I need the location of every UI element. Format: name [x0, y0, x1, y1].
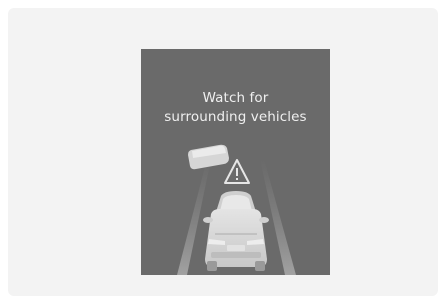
surrounding-vehicle-icon: [188, 144, 229, 170]
content-panel: Watch for surrounding vehicles: [8, 8, 438, 296]
alert-message-line-2: surrounding vehicles: [164, 109, 307, 125]
ego-car-icon: [203, 191, 269, 271]
cluster-display: Watch for surrounding vehicles: [141, 49, 330, 275]
alert-message: Watch for surrounding vehicles: [141, 89, 330, 127]
warning-triangle-icon: [224, 159, 250, 184]
driving-scene: [177, 144, 296, 275]
alert-message-line-1: Watch for: [202, 90, 269, 106]
